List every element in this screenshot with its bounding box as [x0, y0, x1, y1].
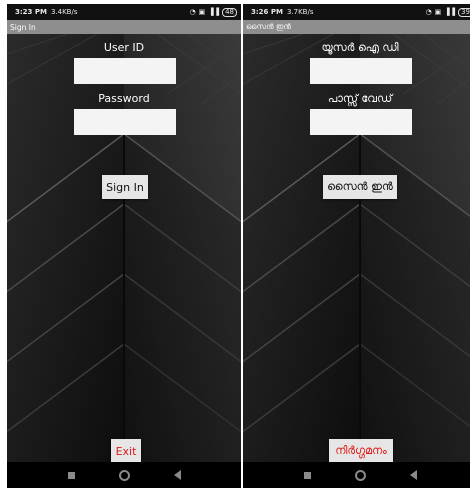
phone-screen-english: 3:23 PM 3.4KB/s ◔ ▣ ▐▐ 48 Sign In User I… — [7, 4, 241, 488]
status-icons: ◔ ▣ ▐▐ 48 — [189, 7, 237, 17]
action-bar-title: സൈൻ ഇൻ — [243, 20, 470, 34]
status-bar: 3:23 PM 3.4KB/s ◔ ▣ ▐▐ 48 — [7, 4, 241, 20]
user-id-label: യൂസർ ഐ ഡി — [321, 41, 399, 54]
exit-button[interactable]: നിർഗ്ഗമനം — [329, 439, 393, 462]
nav-home-icon[interactable] — [354, 469, 366, 481]
signal-icon: ▐▐ — [208, 8, 220, 16]
nav-recents-icon[interactable] — [303, 471, 311, 479]
password-label: Password — [98, 92, 150, 105]
nav-home-icon[interactable] — [118, 469, 130, 481]
wifi-icon: ◔ — [425, 8, 432, 16]
user-id-input[interactable] — [74, 58, 176, 84]
sign-in-form: യൂസർ ഐ ഡി പാസ്സ് വേഡ് സൈൻ ഇൻ നിർഗ്ഗമനം — [243, 34, 470, 462]
exit-button[interactable]: Exit — [111, 439, 141, 462]
user-id-label: User ID — [103, 41, 145, 54]
user-id-input[interactable] — [310, 58, 412, 84]
sign-in-button[interactable]: Sign In — [102, 175, 148, 199]
status-bar: 3:26 PM 3.7KB/s ◔ ▣ ▐▐ 39 — [243, 4, 470, 20]
status-time: 3:23 PM — [15, 8, 47, 16]
signal-icon: ▐▐ — [444, 8, 456, 16]
battery-icon: 39 — [458, 7, 470, 17]
status-network-speed: 3.7KB/s — [286, 8, 314, 16]
nav-back-icon[interactable] — [173, 470, 181, 480]
action-bar-title: Sign In — [7, 20, 241, 34]
nav-recents-icon[interactable] — [67, 471, 75, 479]
password-input[interactable] — [74, 109, 176, 135]
nav-back-icon[interactable] — [409, 470, 417, 480]
status-time: 3:26 PM — [251, 8, 283, 16]
navigation-bar — [7, 462, 241, 488]
password-input[interactable] — [310, 109, 412, 135]
sim-icon: ▣ — [434, 8, 442, 16]
sim-icon: ▣ — [198, 8, 206, 16]
sign-in-button[interactable]: സൈൻ ഇൻ — [323, 175, 397, 199]
status-network-speed: 3.4KB/s — [50, 8, 78, 16]
phone-screen-malayalam: 3:26 PM 3.7KB/s ◔ ▣ ▐▐ 39 സൈൻ ഇൻ യൂസർ ഐ … — [243, 4, 470, 488]
sign-in-form: User ID Password Sign In Exit — [7, 34, 241, 462]
battery-icon: 48 — [222, 7, 237, 17]
wifi-icon: ◔ — [189, 8, 196, 16]
navigation-bar — [243, 462, 470, 488]
password-label: പാസ്സ് വേഡ് — [327, 92, 393, 105]
status-icons: ◔ ▣ ▐▐ 39 — [425, 7, 470, 17]
